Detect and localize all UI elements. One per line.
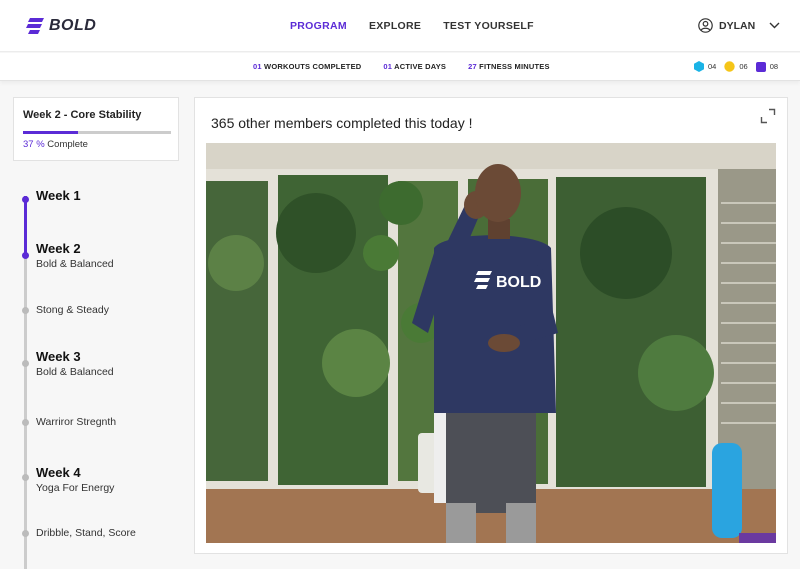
hexagon-icon bbox=[694, 61, 704, 72]
user-menu[interactable]: DYLAN bbox=[698, 18, 780, 33]
stat-active-days: 01 ACTIVE DAYS bbox=[383, 62, 447, 71]
nav-explore[interactable]: EXPLORE bbox=[369, 20, 421, 32]
progress-bar bbox=[23, 131, 171, 134]
main-nav: PROGRAM EXPLORE TEST YOURSELF bbox=[290, 20, 534, 32]
shirt-logo-text: BOLD bbox=[496, 274, 541, 291]
rounded-square-icon bbox=[755, 61, 766, 72]
timeline-week-3[interactable]: Week 3 bbox=[36, 349, 81, 364]
circle-icon bbox=[724, 61, 736, 72]
badge-square-count: 08 bbox=[769, 62, 779, 71]
timeline-dot-session-1 bbox=[22, 307, 29, 314]
week-progress-card: Week 2 - Core Stability 37 % Complete bbox=[13, 97, 179, 161]
timeline-dot-week-3 bbox=[22, 360, 29, 367]
progress-title: Week 2 - Core Stability bbox=[23, 109, 142, 121]
expand-icon[interactable] bbox=[760, 108, 776, 124]
activity-stats: 01 WORKOUTS COMPLETED 01 ACTIVE DAYS 27 … bbox=[253, 62, 550, 71]
progress-percent: 37 % bbox=[23, 139, 45, 150]
timeline-session-dribble-stand-score[interactable]: Dribble, Stand, Score bbox=[36, 527, 136, 539]
chevron-down-icon[interactable] bbox=[769, 22, 780, 29]
user-avatar-icon bbox=[698, 18, 713, 33]
achievement-badges: 04 06 08 bbox=[694, 61, 782, 72]
user-name: DYLAN bbox=[719, 19, 756, 32]
stat-workouts: 01 WORKOUTS COMPLETED bbox=[253, 62, 362, 71]
timeline-dot-week-2 bbox=[22, 252, 29, 259]
progress-text: 37 % Complete bbox=[23, 139, 88, 150]
members-completed-text: 365 other members completed this today ! bbox=[211, 115, 473, 131]
progress-complete-label: Complete bbox=[47, 139, 88, 150]
progress-bar-fill bbox=[23, 131, 78, 134]
stat-fitness-minutes: 27 FITNESS MINUTES bbox=[468, 62, 550, 71]
timeline-week-4-session[interactable]: Yoga For Energy bbox=[36, 482, 114, 494]
workout-panel: 365 other members completed this today ! bbox=[194, 97, 788, 554]
timeline-week-1[interactable]: Week 1 bbox=[36, 188, 81, 203]
timeline-dot-session-3 bbox=[22, 530, 29, 537]
nav-program[interactable]: PROGRAM bbox=[290, 20, 347, 32]
nav-test-yourself[interactable]: TEST YOURSELF bbox=[443, 20, 534, 32]
timeline-week-2-session[interactable]: Bold & Balanced bbox=[36, 258, 114, 270]
bold-logo[interactable]: BOLD bbox=[26, 17, 96, 35]
timeline-dot-week-4 bbox=[22, 474, 29, 481]
stats-bar: 01 WORKOUTS COMPLETED 01 ACTIVE DAYS 27 … bbox=[0, 53, 800, 81]
timeline-session-stong-steady[interactable]: Stong & Steady bbox=[36, 304, 109, 316]
bold-logo-icon bbox=[26, 18, 44, 34]
timeline-week-3-session[interactable]: Bold & Balanced bbox=[36, 366, 114, 378]
timeline-track-active bbox=[24, 196, 27, 256]
badge-hexagon-count: 04 bbox=[708, 62, 717, 71]
timeline-dot-week-1 bbox=[22, 196, 29, 203]
video-frame-illustration: BOLD bbox=[206, 143, 776, 543]
timeline-session-warrior-strength[interactable]: Warriror Stregnth bbox=[36, 416, 116, 428]
program-timeline: Week 1 Week 2 Bold & Balanced Stong & St… bbox=[0, 180, 190, 569]
timeline-week-2[interactable]: Week 2 bbox=[36, 241, 81, 256]
badge-circle-count: 06 bbox=[739, 62, 748, 71]
workout-video[interactable]: BOLD bbox=[206, 143, 776, 543]
timeline-week-4[interactable]: Week 4 bbox=[36, 465, 81, 480]
timeline-dot-session-2 bbox=[22, 419, 29, 426]
top-navigation: BOLD PROGRAM EXPLORE TEST YOURSELF DYLAN bbox=[0, 0, 800, 52]
logo-text: BOLD bbox=[49, 17, 97, 34]
